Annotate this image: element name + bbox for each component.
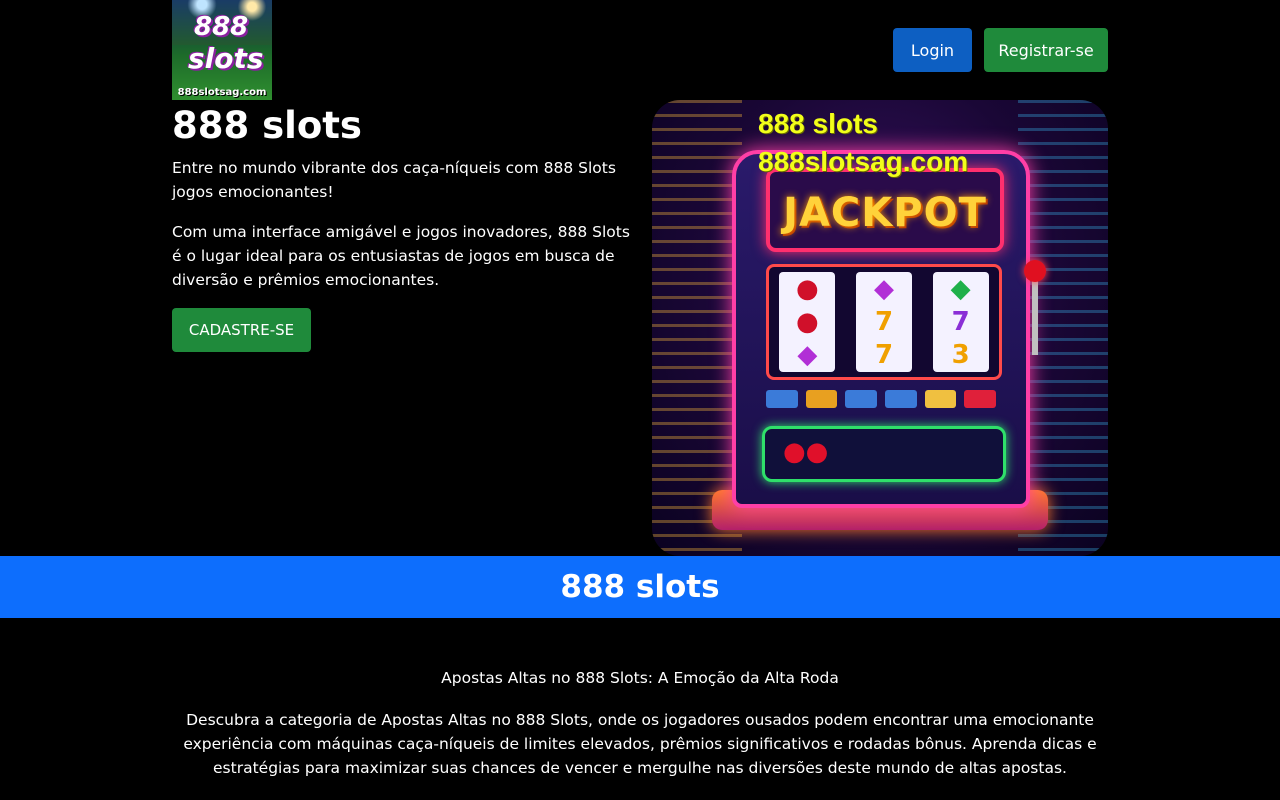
- hero-body: Com uma interface amigável e jogos inova…: [172, 223, 630, 289]
- page: 888 slots 888slotsag.com Login Registrar…: [172, 0, 1108, 556]
- logo-line2: slots: [188, 42, 264, 75]
- cherry-icon: ●●: [783, 437, 829, 467]
- gem-icon: ◆: [873, 273, 894, 304]
- hero-slot-machine-image: JACKPOT ● ● ◆ ◆ 7 7 ◆ 7 3 ●● 888 slots 8…: [652, 100, 1108, 556]
- article-heading: Apostas Altas no 888 Slots: A Emoção da …: [441, 669, 839, 687]
- slot-machine: JACKPOT ● ● ◆ ◆ 7 7 ◆ 7 3 ●●: [732, 150, 1030, 508]
- banner-title: 888 slots: [560, 569, 720, 605]
- seven-icon: 7: [951, 306, 970, 337]
- site-header: 888 slots 888slotsag.com Login Registrar…: [172, 0, 1108, 100]
- gem-icon: ◆: [950, 273, 971, 304]
- slot-reels: ● ● ◆ ◆ 7 7 ◆ 7 3: [766, 264, 1002, 380]
- reel: ◆ 7 3: [932, 272, 989, 372]
- signup-cta-button[interactable]: CADASTRE-SE: [172, 308, 311, 352]
- reel: ● ● ◆: [779, 272, 836, 372]
- login-button[interactable]: Login: [893, 28, 972, 72]
- section-banner: 888 slots: [0, 556, 1280, 618]
- machine-button: [885, 390, 917, 408]
- hero-title: 888 slots: [172, 104, 362, 147]
- gem-icon: ◆: [797, 340, 818, 371]
- reel: ◆ 7 7: [855, 272, 912, 372]
- hero-intro: Entre no mundo vibrante dos caça-níqueis…: [172, 159, 616, 201]
- lever-knob: [1024, 260, 1046, 282]
- article-paragraph: Descubra a categoria de Apostas Altas no…: [183, 711, 1097, 777]
- cherry-icon: ●: [795, 306, 819, 337]
- register-button[interactable]: Registrar-se: [984, 28, 1108, 72]
- hero-text: 888 slots Entre no mundo vibrante dos ca…: [172, 100, 632, 556]
- machine-button: [845, 390, 878, 408]
- seven-icon: 7: [874, 340, 894, 371]
- machine-button: [766, 390, 798, 408]
- image-watermark-title: 888 slots: [758, 108, 878, 139]
- hero-section: 888 slots Entre no mundo vibrante dos ca…: [172, 100, 1108, 556]
- machine-lever: [1032, 275, 1038, 355]
- machine-button: [924, 390, 957, 408]
- machine-display-panel: ●●: [762, 426, 1006, 482]
- logo-url: 888slotsag.com: [177, 87, 267, 98]
- cherry-icon: ●: [795, 273, 819, 304]
- site-logo[interactable]: 888 slots 888slotsag.com: [172, 0, 272, 100]
- machine-button: [805, 390, 838, 408]
- jackpot-marquee: JACKPOT: [766, 168, 1004, 252]
- casino-lights-left: [652, 100, 742, 556]
- seven-icon: 3: [951, 340, 970, 371]
- article-section: Apostas Altas no 888 Slots: A Emoção da …: [172, 664, 1108, 780]
- jackpot-text: JACKPOT: [783, 190, 987, 236]
- seven-icon: 7: [874, 306, 894, 337]
- machine-button: [964, 390, 997, 408]
- header-actions: Login Registrar-se: [893, 28, 1108, 72]
- image-watermark-url: 888slotsag.com: [758, 146, 969, 177]
- machine-buttons: [766, 390, 997, 408]
- logo-line1: 888: [194, 12, 249, 42]
